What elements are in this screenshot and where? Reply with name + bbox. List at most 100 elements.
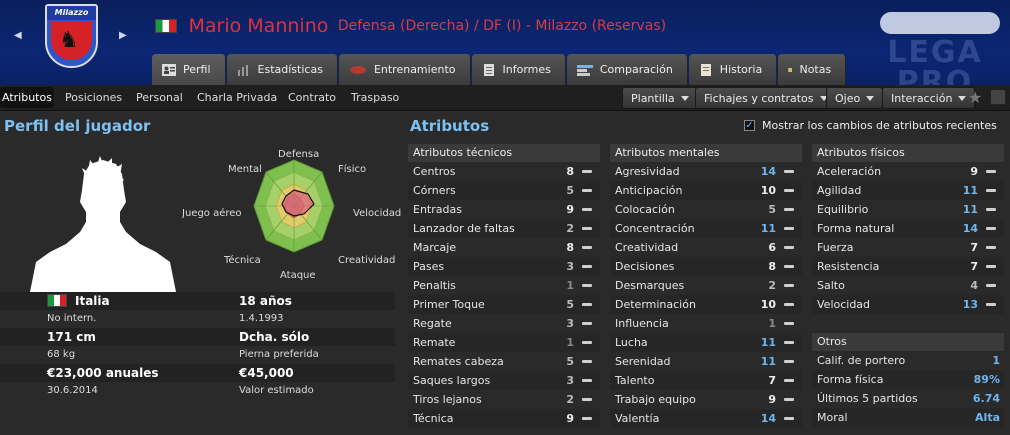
attribute-row[interactable]: Decisiones 8	[610, 257, 802, 276]
attribute-row[interactable]: Anticipación 10	[610, 181, 802, 200]
preferred-foot-label: Pierna preferida	[239, 349, 319, 360]
no-change-icon	[582, 322, 592, 325]
attribute-row[interactable]: Valentía 14	[610, 409, 802, 428]
attribute-row[interactable]: Velocidad 13	[812, 295, 1004, 314]
attribute-row[interactable]: Marcaje 8	[408, 238, 600, 257]
subnav-traspaso[interactable]: Traspaso	[351, 91, 399, 104]
tab-label: Estadísticas	[257, 63, 323, 76]
tab-label: Entrenamiento	[373, 63, 456, 76]
no-change-icon	[784, 208, 794, 211]
tab-label: Informes	[502, 63, 551, 76]
player-position-club[interactable]: Defensa (Derecha) / DF (I) - Milazzo (Re…	[338, 18, 666, 34]
tab-informes[interactable]: Informes	[471, 54, 566, 85]
subnav-charla-privada[interactable]: Charla Privada	[197, 91, 277, 104]
club-crest[interactable]: Milazzo ♞	[45, 4, 98, 68]
next-player-arrow-icon[interactable]: ▶	[119, 30, 127, 41]
physical-attributes: Atributos físicos Aceleración 9 Agilidad 11…	[812, 144, 1004, 314]
subnav-contrato[interactable]: Contrato	[288, 91, 336, 104]
attribute-row[interactable]: Salto 4	[812, 276, 1004, 295]
attribute-row[interactable]: Remates cabeza 5	[408, 352, 600, 371]
attribute-row[interactable]: Resistencia 7	[812, 257, 1004, 276]
attribute-row[interactable]: Talento 7	[610, 371, 802, 390]
attribute-row[interactable]: Fuerza 7	[812, 238, 1004, 257]
attribute-row[interactable]: Primer Toque 5	[408, 295, 600, 314]
preferred-foot: Dcha. sólo	[239, 330, 310, 344]
eagle-icon: ♞	[59, 28, 79, 53]
subnav-posiciones[interactable]: Posiciones	[65, 91, 122, 104]
no-change-icon	[986, 303, 996, 306]
attribute-name: Equilibrio	[817, 203, 869, 216]
attribute-row[interactable]: Entradas 9	[408, 200, 600, 219]
fichajes-dropdown[interactable]: Fichajes y contratos	[695, 87, 837, 109]
tab-estadisticas[interactable]: Estadísticas	[226, 54, 338, 85]
attribute-row[interactable]: Penaltis 1	[408, 276, 600, 295]
technical-attributes: Atributos técnicos Centros 8 Córners 5 Entra…	[408, 144, 600, 428]
tab-notas[interactable]: Notas	[778, 54, 847, 85]
attribute-row[interactable]: Agilidad 11	[812, 181, 1004, 200]
attribute-name: Influencia	[615, 317, 669, 330]
tab-label: Historia	[719, 63, 763, 76]
attribute-value: 11	[962, 203, 978, 216]
radar-label-tecnica: Técnica	[224, 255, 261, 266]
stats-icon	[237, 64, 248, 76]
attribute-row[interactable]: Concentración 11	[610, 219, 802, 238]
attribute-value: 9	[970, 165, 978, 178]
attribute-row[interactable]: Lucha 11	[610, 333, 802, 352]
subnav-personal[interactable]: Personal	[136, 91, 183, 104]
attribute-row[interactable]: Equilibrio 11	[812, 200, 1004, 219]
attribute-row[interactable]: Córners 5	[408, 181, 600, 200]
attribute-name: Marcaje	[413, 241, 457, 254]
attribute-row[interactable]: Agresividad 14	[610, 162, 802, 181]
italy-flag-icon	[47, 294, 67, 307]
estimated-value: €45,000	[239, 366, 294, 380]
player-title: Mario Mannino Defensa (Derecha) / DF (I)…	[155, 15, 666, 37]
attribute-value: 14	[760, 165, 776, 178]
attribute-row[interactable]: Remate 1	[408, 333, 600, 352]
no-change-icon	[582, 360, 592, 363]
radar-label-defensa: Defensa	[278, 149, 320, 160]
crest-text: Milazzo	[47, 6, 96, 20]
league-watermark: LEGA PRO	[887, 35, 983, 86]
no-change-icon	[784, 398, 794, 401]
attribute-row[interactable]: Influencia 1	[610, 314, 802, 333]
interaccion-dropdown[interactable]: Interacción	[882, 87, 976, 109]
attribute-name: Tiros lejanos	[413, 393, 482, 406]
attribute-name: Colocación	[615, 203, 675, 216]
tab-comparacion[interactable]: Comparación	[566, 54, 688, 85]
no-change-icon	[784, 227, 794, 230]
attribute-row[interactable]: Colocación 5	[610, 200, 802, 219]
print-icon[interactable]	[990, 89, 1006, 105]
attribute-row[interactable]: Regate 3	[408, 314, 600, 333]
attribute-row[interactable]: Aceleración 9	[812, 162, 1004, 181]
tab-perfil[interactable]: Perfil	[152, 54, 226, 85]
tab-entrenamiento[interactable]: Entrenamiento	[338, 54, 471, 85]
attribute-value: 11	[760, 336, 776, 349]
attribute-row[interactable]: Centros 8	[408, 162, 600, 181]
attribute-value: 7	[970, 260, 978, 273]
attribute-value: 11	[962, 184, 978, 197]
radar-label-fisico: Físico	[338, 164, 367, 175]
attribute-row[interactable]: Desmarques 2	[610, 276, 802, 295]
attribute-row[interactable]: Saques largos 3	[408, 371, 600, 390]
radar-label-juego-aereo: Juego aéreo	[182, 208, 242, 219]
attribute-row[interactable]: Tiros lejanos 2	[408, 390, 600, 409]
no-change-icon	[784, 170, 794, 173]
attribute-row[interactable]: Lanzador de faltas 2	[408, 219, 600, 238]
ojeo-dropdown[interactable]: Ojeo	[826, 87, 884, 109]
attribute-row[interactable]: Técnica 9	[408, 409, 600, 428]
attribute-row[interactable]: Forma natural 14	[812, 219, 1004, 238]
technical-header: Atributos técnicos	[408, 144, 600, 162]
star-icon[interactable]: ★	[968, 88, 982, 107]
plantilla-dropdown[interactable]: Plantilla	[622, 87, 698, 109]
no-change-icon	[784, 341, 794, 344]
prev-player-arrow-icon[interactable]: ◀	[14, 30, 22, 41]
subnav-atributos[interactable]: Atributos	[0, 87, 54, 108]
attribute-row[interactable]: Determinación 10	[610, 295, 802, 314]
attribute-row[interactable]: Serenidad 11	[610, 352, 802, 371]
show-changes-checkbox[interactable]: ✓	[744, 120, 755, 131]
history-icon	[700, 63, 711, 76]
attribute-row[interactable]: Creatividad 6	[610, 238, 802, 257]
attribute-row[interactable]: Trabajo equipo 9	[610, 390, 802, 409]
attribute-row[interactable]: Pases 3	[408, 257, 600, 276]
tab-historia[interactable]: Historia	[688, 54, 778, 85]
